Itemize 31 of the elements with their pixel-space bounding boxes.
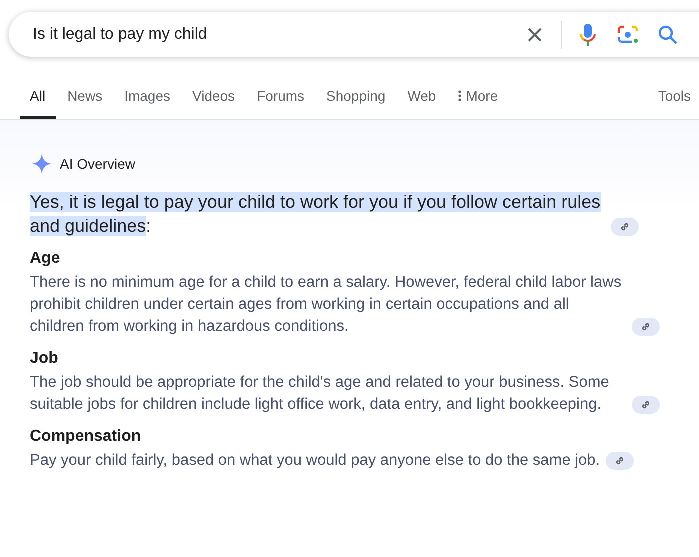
citation-chip[interactable] [632,318,660,336]
search-tab[interactable]: Images [114,88,180,119]
citation-chip[interactable] [611,218,639,236]
sparkle-icon [32,154,52,174]
section-text: The job should be appropriate for the child's age and related to your business. Some suitable jobs for children include light office work, data entry, and light bookkeeping. [30,373,610,415]
microphone-icon [580,22,596,46]
overview-headline: Yes, it is legal to pay your child to work for you if you follow certain rules and guidelines: [30,191,602,238]
search-input[interactable]: Is it legal to pay my child [31,24,515,44]
link-icon [620,222,630,232]
tools-button[interactable]: Tools [650,88,699,119]
camera-icon [617,24,639,44]
search-tab[interactable]: Web [398,88,446,119]
more-vertical-icon [458,90,462,102]
link-icon [641,400,651,410]
section-heading: Job [30,350,60,368]
section-text: Pay your child fairly, based on what you would pay anyone else to do the same job. [30,451,600,471]
citation-chip[interactable] [632,396,660,414]
search-tab[interactable]: Forums [247,88,315,119]
section-heading: Compensation [30,428,142,446]
link-icon [615,456,626,466]
section-heading: Age [30,250,62,268]
search-icon [658,24,678,44]
overview-title: AI Overview [60,156,136,172]
search-tab[interactable]: Shopping [316,88,396,119]
section-text: There is no minimum age for a child to earn a salary. However, federal child labor laws prohibit children under certain ages from working in certain occupations and all children from working in hazardous conditions. [30,273,623,337]
citation-chip[interactable] [606,452,634,470]
link-icon [641,322,651,332]
close-icon [527,26,543,42]
search-tab[interactable]: News [58,88,113,119]
search-tab[interactable]: Videos [182,88,246,119]
search-tab[interactable]: More [448,88,508,119]
